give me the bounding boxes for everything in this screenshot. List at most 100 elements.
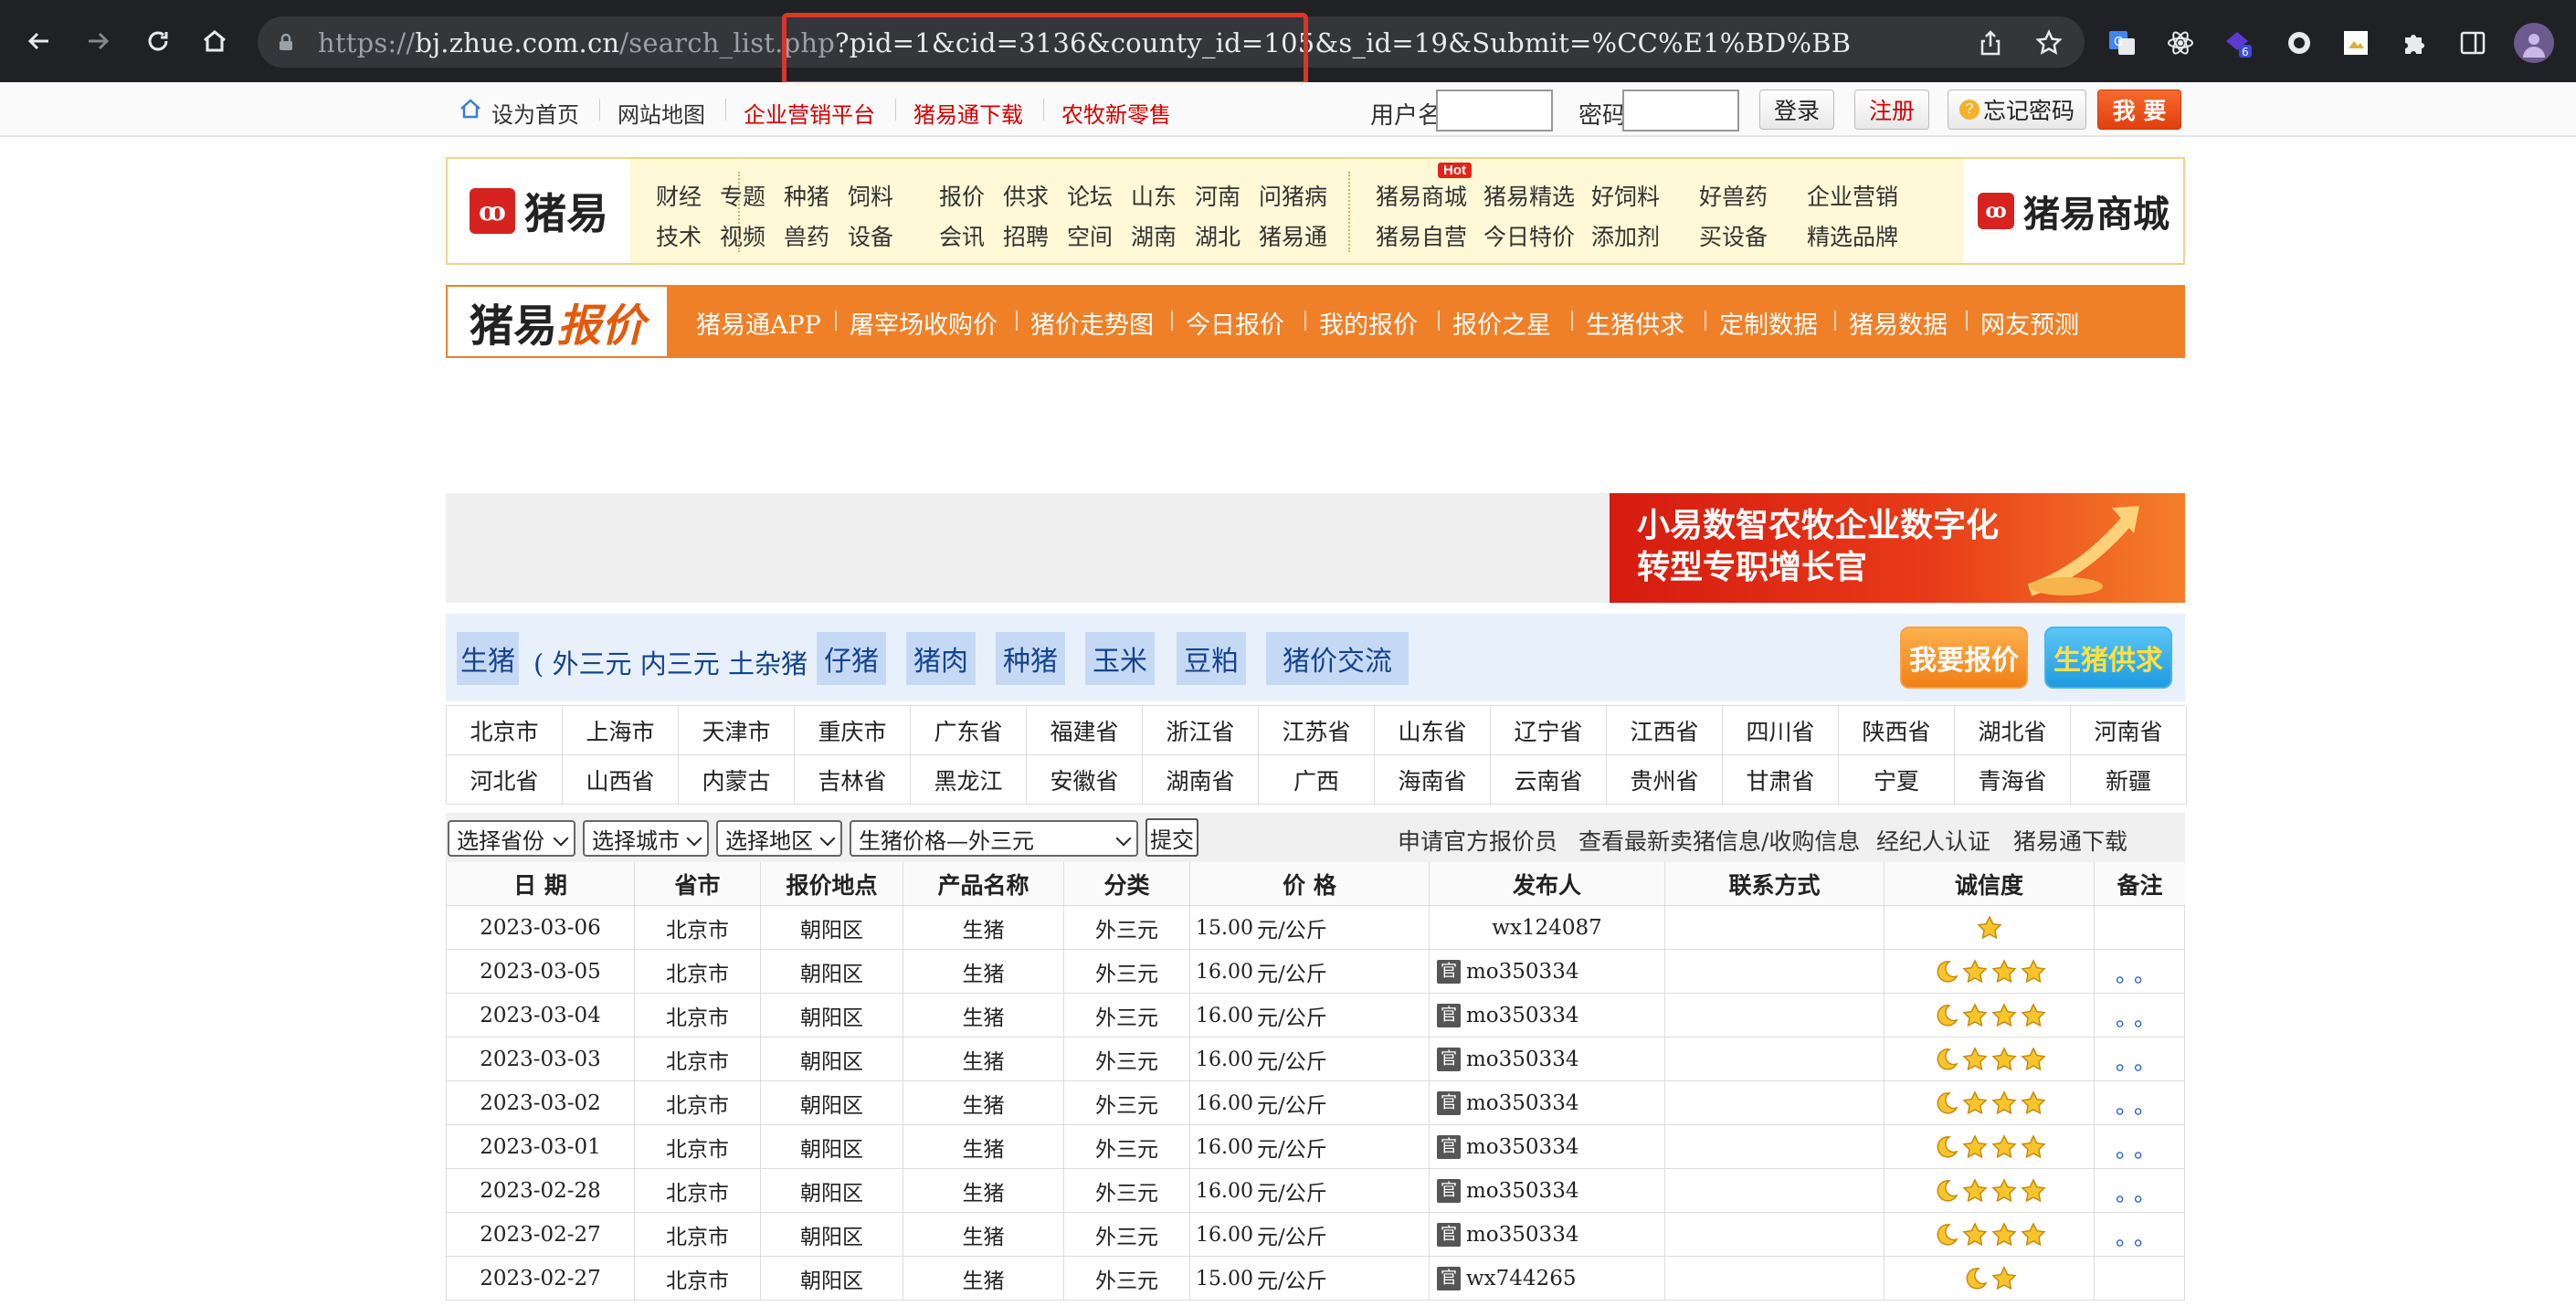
profile-avatar[interactable] [2514, 23, 2554, 63]
price-nav-item[interactable]: 生猪供求 [1586, 305, 1684, 341]
nav-link[interactable]: 报价 [939, 179, 985, 212]
category-item[interactable]: 玉米 [1085, 632, 1155, 685]
want-button[interactable]: 我 要 [2097, 90, 2181, 130]
nav-link[interactable]: 好兽药 [1699, 179, 1768, 212]
puzzle-extensions-icon[interactable] [2399, 27, 2430, 58]
nav-link[interactable]: 山东 [1131, 179, 1177, 212]
image-extension-icon[interactable] [2340, 27, 2371, 58]
province-link[interactable]: 北京市 [447, 706, 563, 755]
publisher-name[interactable]: wx744265 [1466, 1267, 1576, 1290]
home-icon[interactable] [194, 20, 236, 62]
back-arrow-icon[interactable] [18, 20, 60, 62]
publisher-name[interactable]: mo350334 [1466, 1048, 1578, 1071]
province-select[interactable]: 选择省份 [448, 820, 575, 857]
province-link[interactable]: 广西 [1259, 755, 1375, 805]
province-link[interactable]: 青海省 [1955, 755, 2071, 805]
cell-publisher[interactable]: 官 mo350334 [1429, 1125, 1664, 1169]
category-item[interactable]: 种猪 [996, 632, 1065, 685]
nav-link[interactable]: 企业营销 [1807, 179, 1898, 212]
translate-extension-icon[interactable]: G [2106, 27, 2138, 58]
forward-arrow-icon[interactable] [77, 20, 119, 62]
nav-link[interactable]: 添加剂 [1591, 219, 1660, 252]
new-retail-link[interactable]: 农牧新零售 [1061, 97, 1171, 129]
category-item[interactable]: 豆粕 [1177, 632, 1246, 685]
nav-link[interactable]: 买设备 [1699, 219, 1768, 252]
province-link[interactable]: 江苏省 [1259, 706, 1375, 755]
province-link[interactable]: 河南省 [2071, 706, 2187, 755]
city-select[interactable]: 选择城市 [583, 820, 709, 857]
district-select[interactable]: 选择地区 [716, 820, 842, 857]
cell-publisher[interactable]: 官 wx744265 [1429, 1257, 1664, 1301]
password-input[interactable] [1622, 90, 1739, 132]
province-link[interactable]: 重庆市 [795, 706, 911, 755]
bookmark-star-icon[interactable] [2033, 27, 2064, 58]
publisher-name[interactable]: mo350334 [1466, 1091, 1578, 1115]
forgot-password-button[interactable]: ? 忘记密码 [1948, 90, 2086, 130]
price-nav-item[interactable]: 我的报价 [1319, 305, 1418, 341]
nav-link[interactable]: 兽药 [784, 219, 829, 252]
submit-button[interactable]: 提交 [1145, 818, 1198, 857]
nav-link[interactable]: 设备 [848, 219, 893, 252]
nav-link[interactable]: 空间 [1067, 219, 1113, 252]
province-link[interactable]: 宁夏 [1839, 755, 1955, 805]
cell-publisher[interactable]: 官 mo350334 [1429, 1037, 1664, 1081]
nav-link[interactable]: 猪易通 [1259, 219, 1327, 252]
province-link[interactable]: 内蒙古 [679, 755, 795, 805]
nav-link[interactable]: 问猪病 [1259, 179, 1327, 212]
province-link[interactable]: 新疆 [2071, 755, 2187, 805]
app-download-link[interactable]: 猪易通下载 [913, 97, 1023, 129]
circle-extension-icon[interactable] [2284, 27, 2315, 58]
nav-link[interactable]: 好饲料 [1591, 179, 1660, 212]
province-link[interactable]: 贵州省 [1607, 755, 1723, 805]
price-nav-item[interactable]: 猪易数据 [1849, 305, 1948, 341]
province-link[interactable]: 海南省 [1375, 755, 1491, 805]
site-logo[interactable]: ꝏ 猪易 [448, 159, 630, 263]
pig-supply-button[interactable]: 生猪供求 [2044, 627, 2172, 689]
province-link[interactable]: 辽宁省 [1491, 706, 1607, 755]
cell-publisher[interactable]: 官 mo350334 [1429, 1213, 1664, 1257]
nav-link[interactable]: 会讯 [939, 219, 985, 252]
note-link[interactable]: 。。 [2116, 956, 2163, 988]
sub-categories[interactable]: ( 外三元 内三元 土杂猪 ) [533, 643, 827, 681]
nav-link[interactable]: 精选品牌 [1807, 219, 1898, 252]
sitemap-link[interactable]: 网站地图 [618, 97, 705, 129]
nav-link[interactable]: 饲料 [848, 179, 893, 212]
nav-link[interactable]: 专题 [720, 179, 765, 212]
filter-link[interactable]: 经纪人认证 [1876, 824, 1990, 857]
cell-publisher[interactable]: 官 mo350334 [1429, 994, 1664, 1037]
province-link[interactable]: 福建省 [1027, 706, 1143, 755]
province-link[interactable]: 河北省 [447, 755, 563, 805]
publisher-name[interactable]: mo350334 [1466, 1223, 1578, 1247]
province-link[interactable]: 甘肃省 [1723, 755, 1839, 805]
side-panel-icon[interactable] [2457, 27, 2488, 58]
publisher-name[interactable]: mo350334 [1466, 960, 1578, 984]
nav-link[interactable]: 今日特价 [1483, 219, 1575, 252]
province-link[interactable]: 黑龙江 [911, 755, 1027, 805]
note-link[interactable]: 。。 [2116, 1175, 2163, 1207]
nav-link[interactable]: 视频 [720, 219, 765, 252]
nav-link[interactable]: 猪易自营 [1376, 219, 1467, 252]
reload-icon[interactable] [137, 20, 179, 62]
note-link[interactable]: 。。 [2116, 1000, 2163, 1032]
cell-publisher[interactable]: 官 mo350334 [1429, 950, 1664, 994]
nav-link[interactable]: 猪易商城 [1376, 179, 1467, 212]
province-link[interactable]: 江西省 [1607, 706, 1723, 755]
nav-link[interactable]: 招聘 [1003, 219, 1049, 252]
note-link[interactable]: 。。 [2116, 1219, 2163, 1251]
login-button[interactable]: 登录 [1759, 90, 1834, 130]
my-quote-button[interactable]: 我要报价 [1900, 627, 2028, 689]
price-nav-item[interactable]: 屠宰场收购价 [850, 305, 998, 341]
filter-link[interactable]: 申请官方报价员 [1398, 824, 1557, 857]
province-link[interactable]: 陕西省 [1839, 706, 1955, 755]
price-nav-item[interactable]: 定制数据 [1719, 305, 1818, 341]
register-button[interactable]: 注册 [1854, 90, 1929, 130]
enterprise-marketing-link[interactable]: 企业营销平台 [744, 97, 875, 129]
nav-link[interactable]: 湖南 [1131, 219, 1177, 252]
nav-link[interactable]: 种猪 [784, 179, 829, 212]
province-link[interactable]: 云南省 [1491, 755, 1607, 805]
note-link[interactable]: 。。 [2116, 1088, 2163, 1120]
username-input[interactable] [1436, 90, 1553, 132]
province-link[interactable]: 浙江省 [1143, 706, 1259, 755]
price-nav-item[interactable]: 猪价走势图 [1030, 305, 1154, 341]
province-link[interactable]: 山西省 [563, 755, 679, 805]
